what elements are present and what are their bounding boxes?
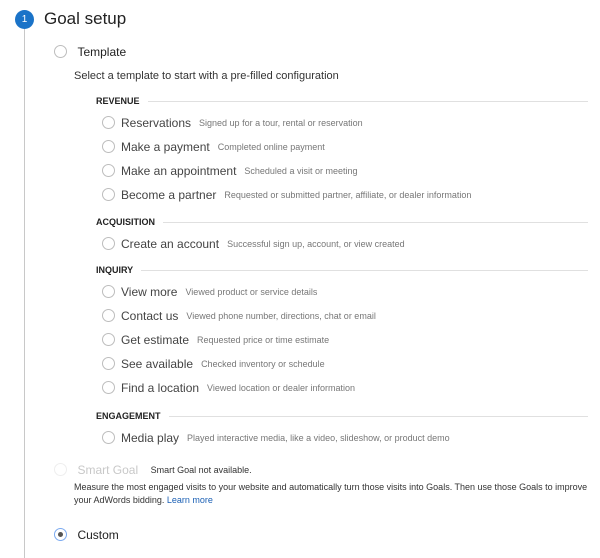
divider — [141, 269, 588, 271]
template-item[interactable]: See available Checked inventory or schedu… — [102, 355, 325, 373]
template-item[interactable]: Media play Played interactive media, like… — [102, 429, 450, 447]
step-connector-line — [24, 28, 25, 558]
radio-button[interactable] — [102, 164, 115, 178]
category-label: INQUIRY — [96, 265, 134, 275]
template-item[interactable]: Get estimate Requested price or time esti… — [102, 331, 329, 349]
radio-button[interactable] — [102, 431, 115, 445]
template-item[interactable]: Contact us Viewed phone number, direction… — [102, 307, 376, 325]
radio-button[interactable] — [102, 116, 115, 130]
custom-label: Custom — [77, 527, 119, 542]
radio-button[interactable] — [102, 333, 115, 347]
custom-radio[interactable] — [54, 528, 67, 542]
step-number-badge: 1 — [15, 10, 34, 29]
item-description: Completed online payment — [217, 141, 325, 152]
item-name: Reservations — [121, 115, 192, 130]
category-inquiry: INQUIRY — [96, 265, 588, 275]
item-name: See available — [121, 356, 194, 371]
category-acquisition: ACQUISITION — [96, 217, 588, 227]
item-name: Find a location — [121, 380, 200, 395]
template-item[interactable]: Reservations Signed up for a tour, rental… — [102, 114, 363, 132]
item-description: Requested price or time estimate — [197, 334, 330, 345]
custom-option[interactable]: Custom — [54, 526, 119, 544]
item-name: Contact us — [121, 308, 179, 323]
radio-button[interactable] — [102, 309, 115, 323]
template-item[interactable]: Make a payment Completed online payment — [102, 138, 325, 156]
smart-goal-radio — [54, 463, 67, 477]
smart-goal-description-text: Measure the most engaged visits to your … — [74, 482, 588, 505]
radio-button[interactable] — [102, 188, 115, 202]
template-label: Template — [77, 44, 127, 59]
item-description: Played interactive media, like a video, … — [187, 432, 450, 443]
step-title: Goal setup — [44, 9, 127, 28]
template-item[interactable]: Create an account Successful sign up, acc… — [102, 235, 405, 253]
template-option[interactable]: Template — [54, 43, 126, 61]
radio-button[interactable] — [102, 140, 115, 154]
item-description: Checked inventory or schedule — [201, 358, 325, 369]
item-name: Get estimate — [121, 332, 190, 347]
category-label: REVENUE — [96, 96, 140, 106]
learn-more-link[interactable]: Learn more — [167, 495, 213, 505]
item-description: Viewed phone number, directions, chat or… — [186, 310, 376, 321]
category-label: ACQUISITION — [96, 217, 156, 227]
category-revenue: REVENUE — [96, 96, 588, 106]
item-name: Make an appointment — [121, 163, 237, 178]
radio-button[interactable] — [102, 357, 115, 371]
template-description: Select a template to start with a pre-fi… — [74, 70, 339, 82]
radio-button[interactable] — [102, 237, 115, 251]
template-item[interactable]: Make an appointment Scheduled a visit or … — [102, 162, 357, 180]
smart-goal-description: Measure the most engaged visits to your … — [74, 481, 589, 507]
item-description: Successful sign up, account, or view cre… — [227, 238, 405, 249]
divider — [168, 415, 588, 417]
item-description: Scheduled a visit or meeting — [244, 165, 358, 176]
template-item[interactable]: Find a location Viewed location or dealer… — [102, 379, 355, 397]
template-item[interactable]: Become a partner Requested or submitted p… — [102, 186, 471, 204]
item-name: Make a payment — [121, 139, 210, 154]
item-name: Become a partner — [121, 187, 217, 202]
item-description: Viewed location or dealer information — [207, 382, 355, 393]
divider — [147, 100, 588, 102]
item-name: Media play — [121, 430, 180, 445]
category-engagement: ENGAGEMENT — [96, 411, 588, 421]
item-description: Requested or submitted partner, affiliat… — [224, 189, 472, 200]
item-name: View more — [121, 284, 178, 299]
radio-button[interactable] — [102, 381, 115, 395]
template-radio[interactable] — [54, 45, 67, 59]
smart-goal-option: Smart Goal Smart Goal not available. — [54, 461, 252, 479]
template-item[interactable]: View more Viewed product or service detai… — [102, 283, 317, 301]
radio-button[interactable] — [102, 285, 115, 299]
item-name: Create an account — [121, 236, 220, 251]
item-description: Viewed product or service details — [185, 286, 318, 297]
divider — [163, 221, 588, 223]
smart-goal-note: Smart Goal not available. — [150, 464, 252, 475]
item-description: Signed up for a tour, rental or reservat… — [199, 117, 363, 128]
smart-goal-label: Smart Goal — [77, 462, 139, 477]
category-label: ENGAGEMENT — [96, 411, 161, 421]
